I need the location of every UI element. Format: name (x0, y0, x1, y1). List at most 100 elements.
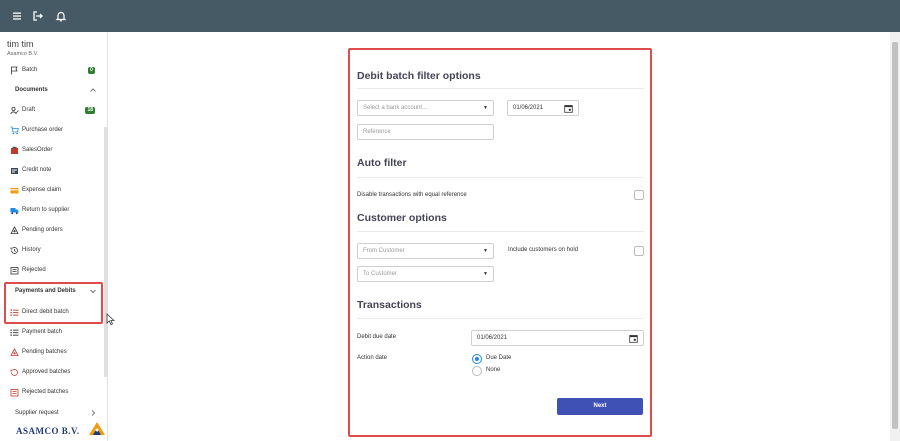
payments-highlight-box (4, 282, 103, 324)
include-on-hold-checkbox[interactable] (634, 246, 644, 256)
to-customer-select[interactable]: To Customer ▼ (357, 266, 494, 282)
sidebar-item-label: Return to supplier (22, 207, 70, 213)
bank-account-placeholder: Select a bank account... (363, 105, 428, 111)
divider (357, 231, 644, 232)
debit-batch-form-panel: Debit batch filter options Select a bank… (348, 48, 652, 437)
next-button[interactable]: Next (557, 398, 643, 415)
pending-icon (10, 226, 19, 235)
user-edit-icon (10, 106, 19, 115)
sidebar-item-label: Payment batch (22, 329, 63, 335)
sidebar-section-label: Documents (15, 87, 48, 93)
credit-note-icon (10, 166, 19, 175)
sidebar-item-payment-batch[interactable]: Payment batch (0, 324, 107, 342)
include-on-hold-label: Include customers on hold (508, 247, 579, 253)
caret-down-icon: ▼ (483, 271, 488, 277)
due-date-radio[interactable] (472, 354, 482, 364)
none-option-label: None (486, 367, 501, 373)
sidebar-item-pending-batches[interactable]: Pending batches (0, 344, 107, 362)
sidebar-item-label: Pending orders (22, 227, 63, 233)
none-radio[interactable] (472, 366, 482, 376)
action-date-label: Action date (357, 355, 388, 361)
main-scrollbar-thumb[interactable] (892, 42, 898, 429)
history-icon (10, 246, 19, 255)
sidebar-item-salesorder[interactable]: SalesOrder (0, 142, 107, 160)
sidebar-item-label: Approved batches (22, 369, 71, 375)
from-customer-select[interactable]: From Customer ▼ (357, 243, 494, 259)
reference-input[interactable]: Reference (357, 124, 494, 140)
logout-icon[interactable] (31, 9, 45, 23)
disable-equal-ref-label: Disable transactions with equal referenc… (357, 192, 467, 198)
truck-icon (10, 206, 19, 215)
flag-icon (10, 66, 19, 75)
list-icon (10, 328, 19, 337)
logo-text: ASAMCO B.V. (16, 426, 80, 436)
sidebar-scrollbar[interactable] (104, 127, 107, 377)
sidebar-item-history[interactable]: History (0, 242, 107, 260)
sidebar-item-batch[interactable]: Batch 0 (0, 62, 107, 80)
sidebar-item-pending-orders[interactable]: Pending orders (0, 222, 107, 240)
user-name: tim tim (7, 39, 34, 49)
sidebar-item-approved-batches[interactable]: Approved batches (0, 364, 107, 382)
sidebar-item-label: History (22, 247, 41, 253)
menu-icon[interactable] (10, 9, 24, 23)
user-company: Asamco B.V. (7, 51, 39, 57)
sidebar-section-documents[interactable]: Documents (0, 82, 107, 100)
mouse-cursor-icon (106, 313, 116, 326)
sidebar-item-purchase-order[interactable]: Purchase order (0, 122, 107, 140)
disable-equal-ref-checkbox[interactable] (634, 190, 644, 200)
sidebar: tim tim Asamco B.V. Batch 0 Documents Dr… (0, 32, 108, 441)
calendar-icon[interactable] (629, 334, 638, 343)
rejected-icon (10, 266, 19, 275)
caret-down-icon: ▼ (483, 248, 488, 254)
divider (357, 177, 644, 178)
sidebar-item-label: SalesOrder (22, 147, 53, 153)
sidebar-item-draft[interactable]: Draft 18 (0, 102, 107, 120)
debit-due-date-value: 01/06/2021 (477, 335, 508, 341)
from-customer-placeholder: From Customer (363, 248, 405, 254)
sidebar-item-return-to-supplier[interactable]: Return to supplier (0, 202, 107, 220)
debit-due-date-label: Debit due date (357, 334, 397, 340)
calendar-icon[interactable] (564, 104, 573, 113)
due-date-option-label: Due Date (486, 355, 512, 361)
chevron-up-icon (89, 86, 97, 94)
sidebar-item-label: Batch (22, 67, 38, 73)
divider (357, 318, 644, 319)
sidebar-item-label: Draft (22, 107, 36, 113)
debit-due-date-input[interactable]: 01/06/2021 (471, 330, 644, 346)
transactions-heading: Transactions (357, 299, 422, 311)
cart-icon (10, 126, 19, 135)
sidebar-item-expense-claim[interactable]: Expense claim (0, 182, 107, 200)
divider (357, 88, 644, 89)
to-customer-placeholder: To Customer (363, 271, 398, 277)
sidebar-item-label: Purchase order (22, 127, 64, 133)
rejected-batches-icon (10, 388, 19, 397)
reference-placeholder: Reference (363, 129, 391, 135)
bank-account-select[interactable]: Select a bank account... ▼ (357, 100, 494, 116)
auto-filter-heading: Auto filter (357, 157, 407, 169)
sidebar-section-label: Supplier request (15, 410, 59, 416)
filter-date-input[interactable]: 01/06/2021 (507, 100, 579, 116)
sidebar-item-label: Expense claim (22, 187, 62, 193)
sidebar-item-label: Rejected (22, 267, 46, 273)
sidebar-item-rejected[interactable]: Rejected (0, 262, 107, 280)
company-logo: ASAMCO B.V. (16, 419, 116, 441)
chevron-right-icon (89, 409, 97, 417)
logo-emblem-icon (89, 422, 105, 435)
main-scrollbar[interactable] (890, 32, 900, 441)
filter-options-heading: Debit batch filter options (357, 70, 481, 82)
draft-count-badge: 18 (85, 107, 95, 114)
sidebar-item-credit-note[interactable]: Credit note (0, 162, 107, 180)
caret-down-icon: ▼ (483, 105, 488, 111)
filter-date-value: 01/06/2021 (513, 105, 544, 111)
sales-order-icon (10, 146, 19, 155)
sidebar-item-label: Pending batches (22, 349, 67, 355)
approved-icon (10, 368, 19, 377)
expense-icon (10, 186, 19, 195)
top-bar (0, 0, 900, 32)
customer-options-heading: Customer options (357, 212, 447, 224)
batch-count-badge: 0 (88, 67, 95, 74)
sidebar-item-rejected-batches[interactable]: Rejected batches (0, 384, 107, 402)
bell-icon[interactable] (54, 9, 68, 23)
sidebar-item-label: Rejected batches (22, 389, 69, 395)
sidebar-item-label: Credit note (22, 167, 52, 173)
